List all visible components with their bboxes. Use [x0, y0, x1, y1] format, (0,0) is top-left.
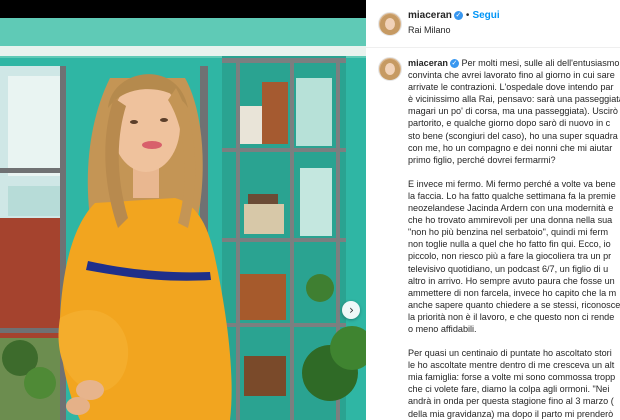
caption-line: altro in arrivo. Ho sempre avuto paura c…: [408, 275, 615, 286]
caption-line: con me, ho un compagno e dei nonni che m…: [408, 142, 613, 153]
caption-line: la priorità non è il lavoro, e che quest…: [408, 311, 615, 322]
verified-badge-icon: ✓: [453, 11, 463, 20]
caption-line: convinta che avrei lavorato fino al gior…: [408, 70, 615, 81]
verified-badge-icon: ✓: [449, 59, 459, 68]
caption-line: anche sapere quanto chiedere a se stessi…: [408, 299, 620, 310]
caption-line: che ci volete fare, diamo la colpa agli …: [408, 384, 610, 395]
header-user-row: miaceran ✓ • Segui: [408, 10, 500, 21]
caption-line: arrivate le contrazioni. L'ospedale dove…: [408, 82, 614, 93]
post-photo[interactable]: ›: [0, 18, 366, 420]
header-username[interactable]: miaceran: [408, 10, 452, 21]
location-link[interactable]: Rai Milano: [408, 25, 451, 35]
post-caption: miaceran ✓ Per molti mesi, sulle ali dell…: [408, 57, 620, 420]
caption-line: primo figlio, perché dovrei fermarmi?: [408, 154, 556, 165]
post-header: miaceran ✓ • Segui Rai Milano: [366, 0, 620, 48]
caption-line: neozelandese Jacinda Ardern con una mode…: [408, 203, 614, 214]
caption-line: partorito, e qualche giorno dopo sarò di…: [408, 118, 611, 129]
next-photo-button[interactable]: ›: [342, 301, 360, 319]
photo-illustration: [0, 18, 366, 420]
post-side-panel: miaceran ✓ • Segui Rai Milano miaceran ✓ Per…: [366, 0, 620, 420]
caption-line: andrà in onda per questa stagione fino a…: [408, 396, 614, 407]
caption-line: mia famiglia: forse a volte mi sono comm…: [408, 372, 616, 383]
caption-line: Per quasi un centinaio di puntate ho asc…: [408, 348, 612, 359]
caption-line: è vicinissimo alla Rai, pensavo: sarà un…: [408, 94, 620, 105]
caption-avatar[interactable]: [378, 57, 402, 81]
caption-line: le ho ascoltate mentre dentro di me cres…: [408, 360, 615, 371]
caption-line: "non ho più benzina nel serbatoio", quin…: [408, 227, 609, 238]
caption-line: televisivo quotidiano, un podcast 6/7, u…: [408, 263, 609, 274]
caption-username[interactable]: miaceran: [408, 58, 448, 68]
caption-line: piccolo, non riesco più a fare la giocol…: [408, 251, 612, 262]
caption-line: sto bene (scongiuri del caso), ho una su…: [408, 130, 618, 141]
chevron-right-icon: ›: [349, 303, 354, 317]
separator-dot: •: [465, 10, 470, 21]
caption-line: E invece mi fermo. Mi fermo perché a vol…: [408, 178, 616, 189]
caption-line: ammettere di non farcela, invece ho capi…: [408, 287, 617, 298]
caption-line: Per molti mesi, sulle ali dell'entusiasm…: [461, 58, 620, 68]
caption-line: non toglie nulla a quel che ho fatto fin…: [408, 239, 611, 250]
caption-line: la faccia. Lo ha fatto qualche settimana…: [408, 190, 616, 201]
caption-line: magari un po' di corsa, ma una passeggia…: [408, 106, 618, 117]
caption-line: della mia gravidanza) ma dopo il parto m…: [408, 408, 614, 419]
avatar[interactable]: [378, 12, 402, 36]
caption-line: o meno affidabili.: [408, 323, 477, 334]
follow-button[interactable]: Segui: [472, 10, 499, 21]
caption-line: che ho trovato ammirevoli per una donna …: [408, 215, 613, 226]
